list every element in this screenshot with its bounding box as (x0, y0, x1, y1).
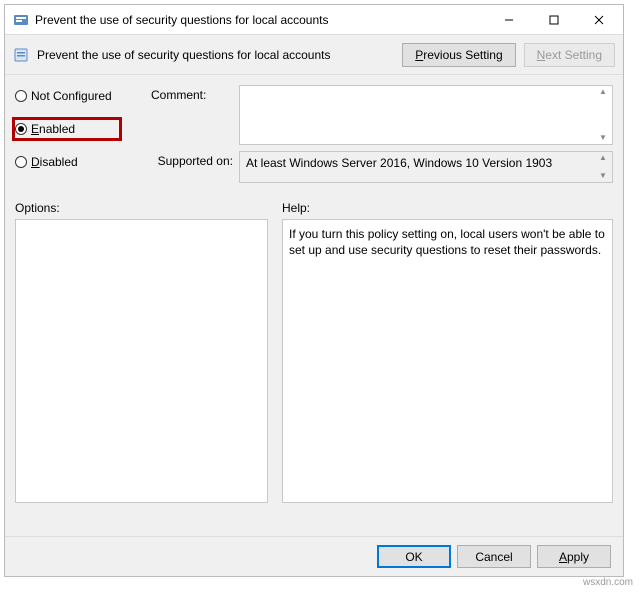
close-button[interactable] (576, 6, 621, 34)
supported-on-label: Supported on: (151, 151, 233, 168)
comment-textarea[interactable]: ▲ ▼ (239, 85, 613, 145)
top-settings-grid: Not Configured Enabled Disabled Comment:… (15, 85, 613, 183)
comment-label: Comment: (151, 85, 233, 102)
radio-disabled[interactable]: Disabled (15, 153, 145, 171)
content-area: Not Configured Enabled Disabled Comment:… (5, 75, 623, 536)
radio-circle-icon (15, 156, 27, 168)
help-box: If you turn this policy setting on, loca… (282, 219, 613, 503)
radio-label: Not Configured (31, 89, 112, 103)
help-column: Help: If you turn this policy setting on… (282, 201, 613, 503)
state-radio-group: Not Configured Enabled Disabled (15, 85, 145, 171)
supported-on-field: At least Windows Server 2016, Windows 10… (239, 151, 613, 183)
previous-setting-button[interactable]: Previous Setting (402, 43, 515, 67)
policy-dialog: Prevent the use of security questions fo… (4, 4, 624, 577)
help-label: Help: (282, 201, 613, 215)
window-controls (486, 6, 621, 34)
next-setting-button[interactable]: Next Setting (524, 43, 615, 67)
window-title: Prevent the use of security questions fo… (35, 13, 486, 27)
watermark-text: wsxdn.com (583, 577, 633, 588)
scrollbar[interactable]: ▲ ▼ (595, 153, 611, 181)
lower-panels: Options: Help: If you turn this policy s… (15, 201, 613, 503)
radio-not-configured[interactable]: Not Configured (15, 87, 145, 105)
titlebar: Prevent the use of security questions fo… (5, 5, 623, 35)
supported-on-value: At least Windows Server 2016, Windows 10… (246, 156, 552, 170)
toolbar: Prevent the use of security questions fo… (5, 35, 623, 75)
scroll-up-icon: ▲ (595, 153, 611, 163)
radio-label: Disabled (31, 155, 78, 169)
radio-label: Enabled (31, 122, 75, 136)
options-label: Options: (15, 201, 268, 215)
radio-circle-icon (15, 90, 27, 102)
options-column: Options: (15, 201, 268, 503)
scroll-down-icon: ▼ (595, 133, 611, 143)
app-icon (13, 12, 29, 28)
options-box[interactable] (15, 219, 268, 503)
help-value: If you turn this policy setting on, loca… (289, 227, 605, 257)
scroll-up-icon: ▲ (595, 87, 611, 97)
radio-enabled[interactable]: Enabled (12, 117, 122, 141)
toolbar-title: Prevent the use of security questions fo… (37, 48, 394, 62)
apply-button[interactable]: Apply (537, 545, 611, 568)
scrollbar[interactable]: ▲ ▼ (595, 87, 611, 143)
radio-circle-checked-icon (15, 123, 27, 135)
policy-icon (13, 47, 29, 63)
minimize-button[interactable] (486, 6, 531, 34)
cancel-button[interactable]: Cancel (457, 545, 531, 568)
scroll-down-icon: ▼ (595, 171, 611, 181)
ok-button[interactable]: OK (377, 545, 451, 568)
maximize-button[interactable] (531, 6, 576, 34)
button-bar: OK Cancel Apply (5, 536, 623, 576)
